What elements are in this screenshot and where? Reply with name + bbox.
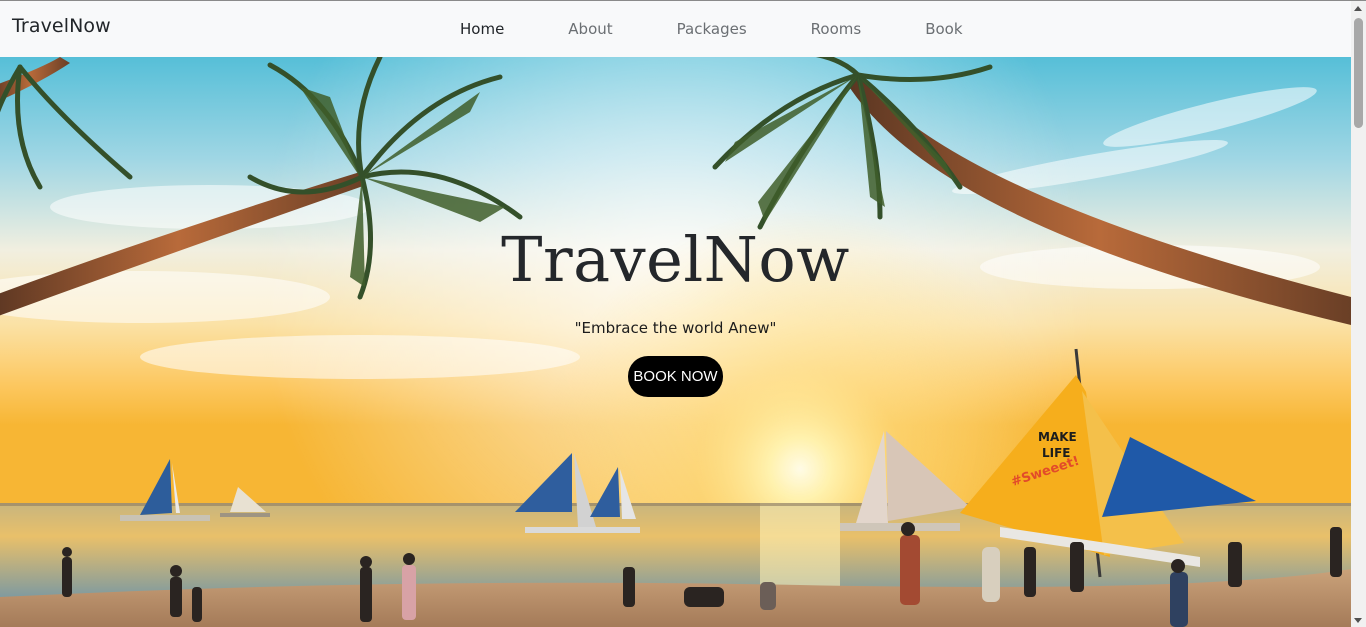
beach-sunset-background: MAKE LIFE #Sweeet! [0,57,1351,627]
hero-tagline: "Embrace the world Anew" [574,319,777,337]
nav-link-home[interactable]: Home [428,20,536,38]
hero-section: MAKE LIFE #Sweeet! TravelNow "Embrace th… [0,57,1351,627]
vertical-scrollbar[interactable] [1351,1,1366,627]
page: TravelNow Home About Packages Rooms Book [0,0,1366,627]
sail-text-make: MAKE [1038,430,1077,444]
nav-link-book[interactable]: Book [893,20,994,38]
navbar: TravelNow Home About Packages Rooms Book [0,1,1351,57]
nav-link-rooms[interactable]: Rooms [779,20,894,38]
scroll-down-arrow-icon[interactable] [1354,618,1362,623]
book-now-button[interactable]: BOOK NOW [628,356,723,397]
nav-link-packages[interactable]: Packages [645,20,779,38]
brand-logo[interactable]: TravelNow [12,15,111,37]
scroll-up-arrow-icon[interactable] [1354,6,1362,11]
scroll-thumb[interactable] [1354,18,1363,128]
nav-link-about[interactable]: About [536,20,644,38]
hero-title: TravelNow [501,223,850,296]
nav-links: Home About Packages Rooms Book [428,1,995,57]
